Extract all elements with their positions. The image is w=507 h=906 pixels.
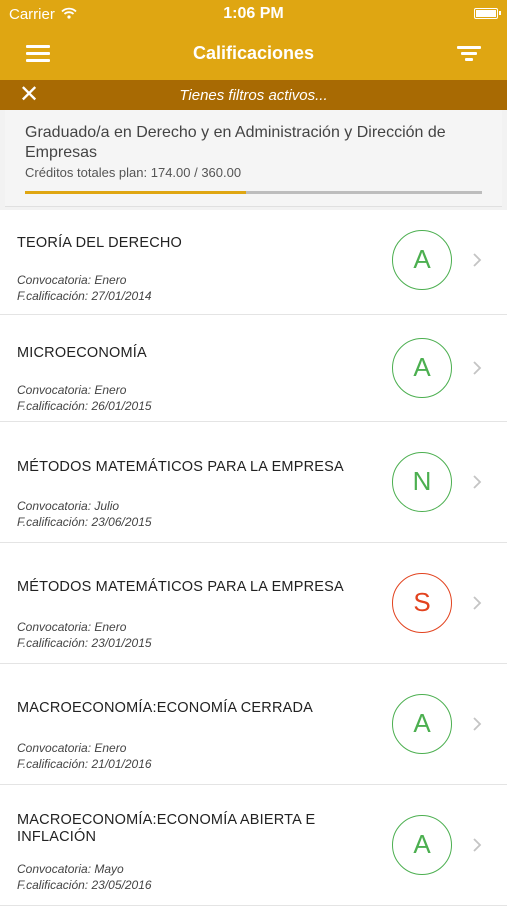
subject-title: MICROECONOMÍA bbox=[17, 345, 147, 361]
study-plan-card: Graduado/a en Derecho y en Administració… bbox=[5, 110, 502, 207]
status-bar: Carrier 1:06 PM bbox=[0, 0, 507, 28]
status-clock: 1:06 PM bbox=[223, 5, 284, 22]
credits-progress-fill bbox=[25, 191, 246, 194]
subject-meta: Convocatoria: Enero F.calificación: 23/01… bbox=[17, 619, 152, 651]
subject-row[interactable]: MICROECONOMÍA Convocatoria: Enero F.califi… bbox=[0, 315, 507, 422]
subject-row[interactable]: MACROECONOMÍA:ECONOMÍA CERRADA Convocator… bbox=[0, 664, 507, 785]
filter-icon[interactable] bbox=[449, 39, 493, 69]
subject-convocatoria: Convocatoria: Enero bbox=[17, 741, 127, 755]
subject-meta: Convocatoria: Enero F.calificación: 21/01… bbox=[17, 740, 152, 772]
subject-row[interactable]: MACROECONOMÍA:ECONOMÍA ABIERTA E INFLACI… bbox=[0, 785, 507, 906]
subject-meta: Convocatoria: Enero F.calificación: 26/01… bbox=[17, 382, 152, 414]
credits-progress-bar bbox=[25, 191, 482, 194]
subject-title: MACROECONOMÍA:ECONOMÍA CERRADA bbox=[17, 700, 314, 716]
subject-row[interactable]: MÉTODOS MATEMÁTICOS PARA LA EMPRESA Convo… bbox=[0, 422, 507, 543]
chevron-right-icon bbox=[470, 475, 484, 489]
subject-convocatoria: Convocatoria: Julio bbox=[17, 499, 120, 513]
app-header: Carrier 1:06 PM Calificaciones bbox=[0, 0, 507, 80]
subject-grading-date: F.calificación: 23/05/2016 bbox=[17, 878, 152, 892]
navigation-bar: Calificaciones bbox=[0, 28, 507, 80]
page-title: Calificaciones bbox=[192, 43, 315, 63]
subject-convocatoria: Convocatoria: Mayo bbox=[17, 862, 124, 876]
subject-grading-date: F.calificación: 21/01/2016 bbox=[17, 757, 152, 771]
battery-icon bbox=[474, 8, 501, 19]
subject-convocatoria: Convocatoria: Enero bbox=[17, 273, 127, 287]
subject-convocatoria: Convocatoria: Enero bbox=[17, 620, 127, 634]
grade-badge: N bbox=[392, 452, 452, 512]
subject-title: MACROECONOMÍA:ECONOMÍA ABIERTA E INFLACI… bbox=[17, 812, 316, 845]
grade-badge: A bbox=[392, 815, 452, 875]
grade-badge: A bbox=[392, 338, 452, 398]
subject-title: MÉTODOS MATEMÁTICOS PARA LA EMPRESA bbox=[17, 459, 344, 475]
subject-meta: Convocatoria: Mayo F.calificación: 23/05/… bbox=[17, 861, 152, 893]
subject-meta: Convocatoria: Enero F.calificación: 27/01… bbox=[17, 272, 152, 304]
plan-title: Graduado/a en Derecho y en Administració… bbox=[25, 124, 446, 161]
grade-badge: S bbox=[392, 573, 452, 633]
subject-title: TEORÍA DEL DERECHO bbox=[17, 235, 183, 251]
active-filters-text: Tienes filtros activos... bbox=[179, 87, 328, 104]
grade-badge: A bbox=[392, 230, 452, 290]
chevron-right-icon bbox=[470, 253, 484, 267]
subject-title: MÉTODOS MATEMÁTICOS PARA LA EMPRESA bbox=[17, 579, 344, 595]
chevron-right-icon bbox=[470, 596, 484, 610]
subject-grading-date: F.calificación: 23/01/2015 bbox=[17, 636, 152, 650]
subject-row[interactable]: TEORÍA DEL DERECHO Convocatoria: Enero F.c… bbox=[0, 210, 507, 315]
chevron-right-icon bbox=[470, 361, 484, 375]
subject-meta: Convocatoria: Julio F.calificación: 23/06… bbox=[17, 498, 152, 530]
plan-credits: Créditos totales plan: 174.00 / 360.00 bbox=[25, 165, 242, 180]
active-filters-banner: ✕ Tienes filtros activos... bbox=[0, 80, 507, 110]
chevron-right-icon bbox=[470, 717, 484, 731]
subject-row[interactable]: MÉTODOS MATEMÁTICOS PARA LA EMPRESA Convo… bbox=[0, 543, 507, 664]
chevron-right-icon bbox=[470, 838, 484, 852]
subject-grading-date: F.calificación: 26/01/2015 bbox=[17, 399, 152, 413]
subject-grading-date: F.calificación: 27/01/2014 bbox=[17, 289, 152, 303]
subject-convocatoria: Convocatoria: Enero bbox=[17, 383, 127, 397]
subject-list: TEORÍA DEL DERECHO Convocatoria: Enero F.c… bbox=[0, 210, 507, 906]
grade-badge: A bbox=[392, 694, 452, 754]
subject-grading-date: F.calificación: 23/06/2015 bbox=[17, 515, 152, 529]
